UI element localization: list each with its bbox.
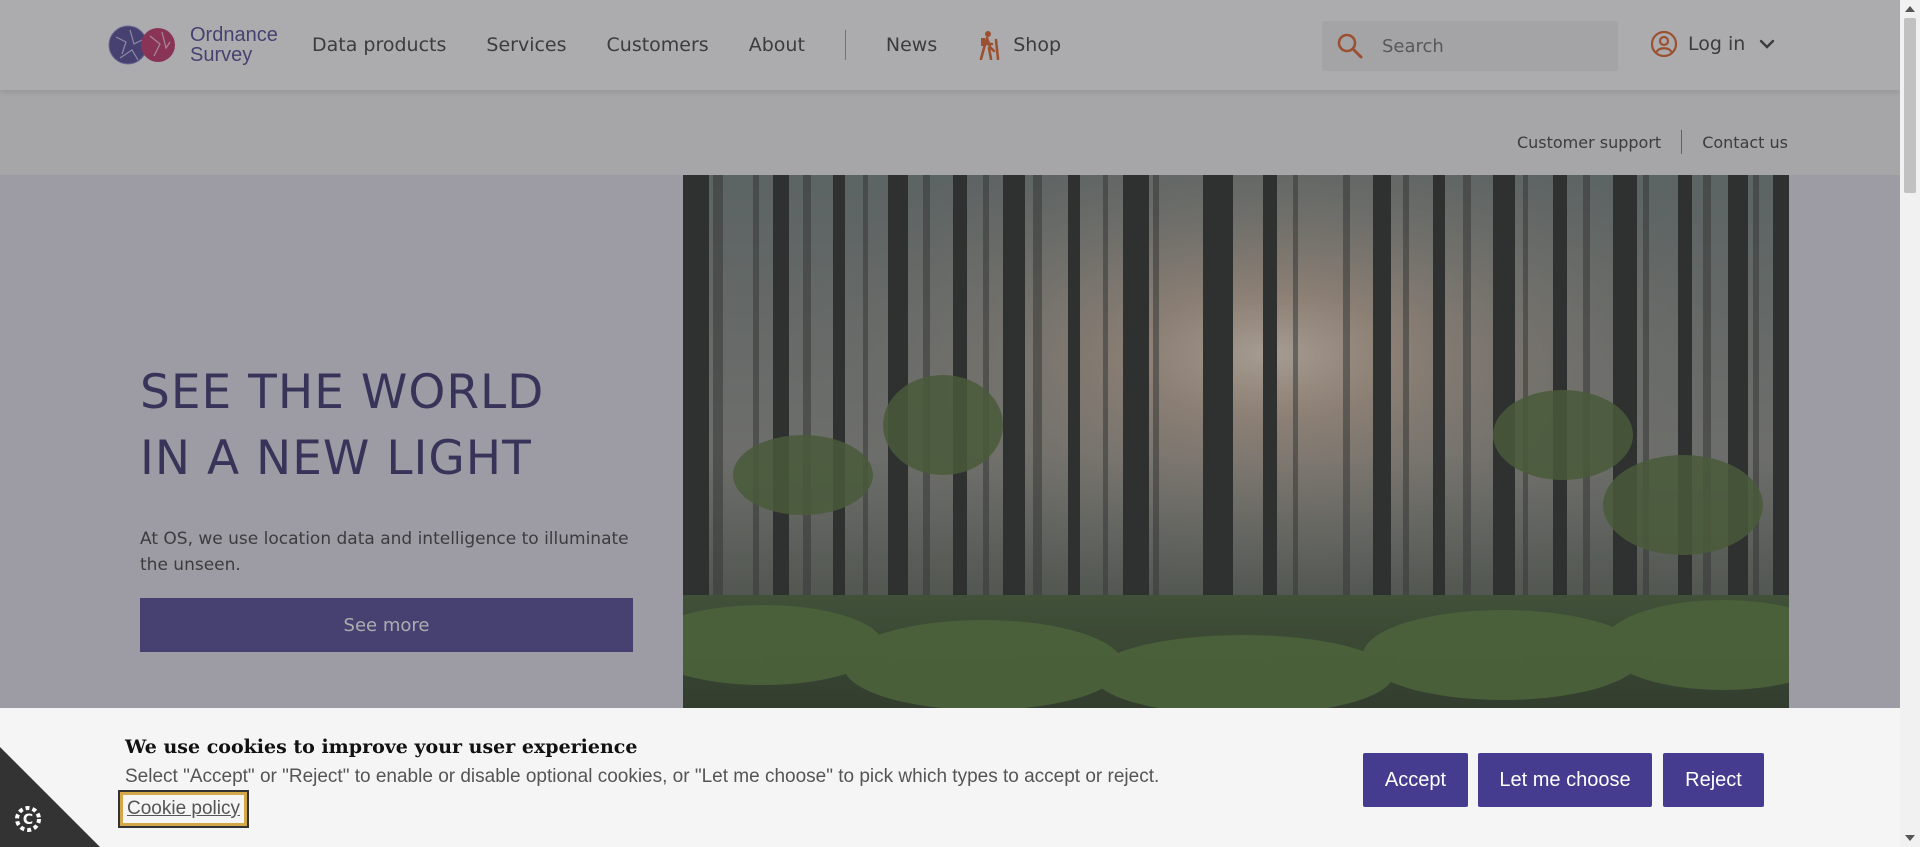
cookie-banner: We use cookies to improve your user expe…: [0, 708, 1900, 847]
accept-button[interactable]: Accept: [1363, 753, 1468, 807]
let-me-choose-button[interactable]: Let me choose: [1478, 753, 1652, 807]
scroll-thumb[interactable]: [1904, 18, 1916, 193]
cookie-text: Select "Accept" or "Reject" to enable or…: [125, 766, 1160, 787]
scroll-down-arrow[interactable]: [1905, 835, 1915, 841]
cookie-settings-icon[interactable]: C: [0, 747, 100, 847]
scroll-up-arrow[interactable]: [1905, 6, 1915, 12]
cookie-title: We use cookies to improve your user expe…: [125, 736, 638, 758]
svg-text:C: C: [23, 812, 33, 828]
cookie-policy-link[interactable]: Cookie policy: [118, 790, 249, 828]
reject-button[interactable]: Reject: [1663, 753, 1764, 807]
scrollbar[interactable]: [1900, 0, 1920, 847]
